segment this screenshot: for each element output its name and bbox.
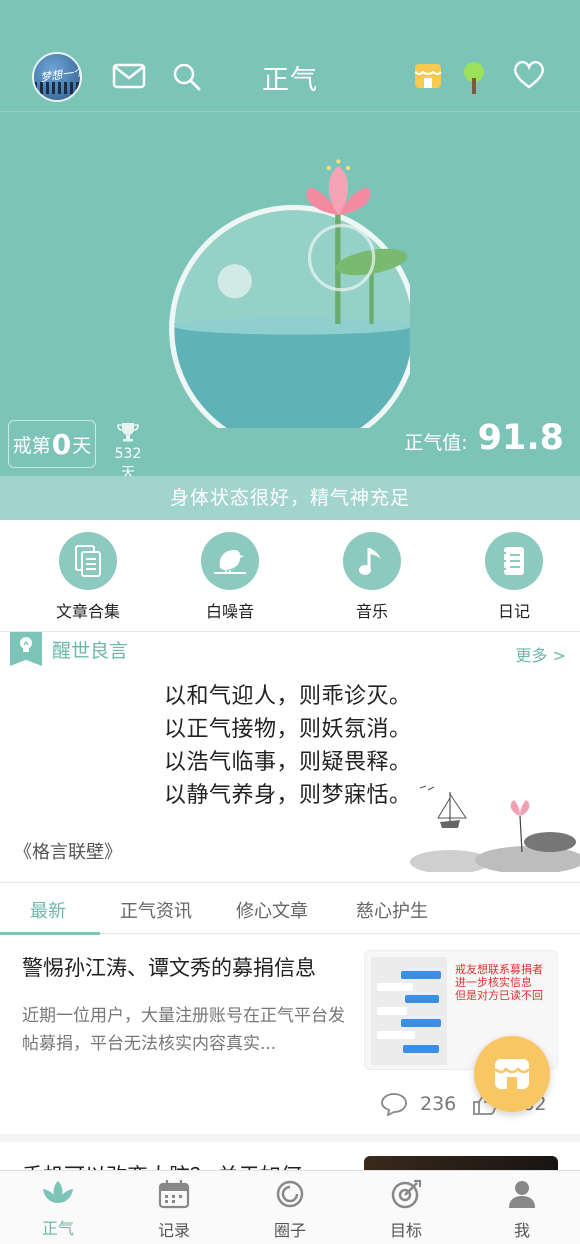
zhengqi-value: 91.8 bbox=[477, 418, 564, 458]
avatar[interactable]: 梦想一个救命金 bbox=[32, 52, 82, 102]
quote-line: 以和气迎人，则乖诊灭。 bbox=[164, 684, 412, 709]
quote-section-title: 醒世良言 bbox=[52, 640, 129, 662]
music-note-icon bbox=[343, 532, 401, 590]
user-icon bbox=[509, 1181, 535, 1208]
shortcut-label: 文章合集 bbox=[55, 602, 120, 621]
tab-zhengqi-news[interactable]: 正气资讯 bbox=[120, 897, 192, 923]
feed-tabs: 最新 正气资讯 修心文章 慈心护生 bbox=[0, 882, 580, 935]
bottom-navigation: 正气 记录 圈子 目标 我 bbox=[0, 1170, 580, 1244]
streak-prefix: 戒第 bbox=[12, 434, 51, 457]
nav-circle[interactable]: 圈子 bbox=[232, 1171, 348, 1244]
shop-fab-button[interactable] bbox=[474, 1036, 550, 1112]
chat-screenshot-image bbox=[371, 957, 447, 1065]
quote-line: 以静气养身，则梦寐恬。 bbox=[164, 783, 412, 808]
streak-days: 0 bbox=[51, 427, 72, 461]
quote-source: 《格言联壁》 bbox=[14, 842, 122, 863]
circle-icon bbox=[276, 1180, 304, 1208]
zhengqi-score[interactable]: 正气值: 91.8 bbox=[404, 418, 564, 458]
thumbnail-caption-line: 进一步核实信息 bbox=[455, 976, 532, 989]
thumbnail-caption: 戒友想联系募捐者 进一步核实信息 但是对方已读不回 bbox=[455, 963, 543, 1002]
comment-count: 236 bbox=[420, 1093, 457, 1115]
page-title: 正气 bbox=[262, 65, 318, 96]
thumbnail-caption-line: 戒友想联系募捐者 bbox=[455, 963, 543, 976]
lightbulb-icon bbox=[10, 632, 42, 666]
abstain-streak-counter[interactable]: 戒第 0 天 bbox=[8, 420, 96, 468]
notebook-icon bbox=[485, 532, 543, 590]
shortcut-label: 日记 bbox=[497, 602, 530, 621]
search-icon[interactable] bbox=[172, 62, 202, 96]
bird-icon bbox=[201, 532, 259, 590]
trophy-icon bbox=[117, 423, 139, 442]
article-title: 警惕孙江涛、谭文秀的募捐信息 bbox=[22, 956, 316, 980]
top-bar: 梦想一个救命金 正气 bbox=[0, 40, 580, 112]
nav-label: 圈子 bbox=[273, 1221, 306, 1240]
nav-me[interactable]: 我 bbox=[464, 1171, 580, 1244]
nav-label: 正气 bbox=[41, 1219, 74, 1238]
shortcut-articles[interactable]: 文章合集 bbox=[22, 520, 154, 631]
nav-goals[interactable]: 目标 bbox=[348, 1171, 464, 1244]
shortcut-label: 白噪音 bbox=[205, 602, 254, 621]
shortcut-grid: 文章合集 白噪音 音乐 日记 bbox=[0, 520, 580, 632]
tab-mind-articles[interactable]: 修心文章 bbox=[236, 897, 308, 923]
streak-suffix: 天 bbox=[72, 434, 92, 457]
tab-compassion[interactable]: 慈心护生 bbox=[356, 897, 428, 923]
comment-icon[interactable] bbox=[380, 1092, 408, 1116]
wisdom-quote-card[interactable]: 醒世良言 更多 > 以和气迎人，则乖诊灭。 以正气接物，则妖氛消。 以浩气临事，… bbox=[0, 632, 580, 872]
zhengqi-label: 正气值: bbox=[404, 432, 468, 454]
hero-panel: 梦想一个救命金 正气 戒第 0 天 532天 正气值: 91.8 身体状态很好，… bbox=[0, 0, 580, 520]
shortcut-music[interactable]: 音乐 bbox=[306, 520, 438, 631]
document-icon bbox=[59, 532, 117, 590]
ink-lotus-boat-illustration bbox=[410, 785, 580, 872]
best-record[interactable]: 532天 bbox=[108, 422, 148, 482]
nav-label: 我 bbox=[513, 1221, 530, 1240]
shortcut-white-noise[interactable]: 白噪音 bbox=[164, 520, 296, 631]
nav-label: 目标 bbox=[389, 1221, 422, 1240]
nav-records[interactable]: 记录 bbox=[116, 1171, 232, 1244]
target-icon bbox=[391, 1179, 422, 1209]
body-status-bar: 身体状态很好，精气神充足 bbox=[0, 476, 580, 520]
active-tab-indicator bbox=[0, 932, 100, 935]
shortcut-diary[interactable]: 日记 bbox=[448, 520, 580, 631]
quote-more-link[interactable]: 更多 > bbox=[516, 642, 567, 666]
fishbowl-lotus-image bbox=[169, 159, 410, 428]
nav-label: 记录 bbox=[157, 1221, 190, 1240]
feed-article[interactable]: 警惕孙江涛、谭文秀的募捐信息 近期一位用户，大量注册账号在正气平台发帖募捐，平台… bbox=[0, 936, 580, 1142]
avatar-crowd-image bbox=[34, 82, 80, 94]
tab-latest[interactable]: 最新 bbox=[30, 897, 66, 923]
thumbnail-caption-line: 但是对方已读不回 bbox=[455, 989, 543, 1002]
shortcut-label: 音乐 bbox=[355, 602, 388, 621]
calendar-icon bbox=[158, 1180, 190, 1209]
heart-icon[interactable] bbox=[512, 60, 546, 94]
quote-line: 以正气接物，则妖氛消。 bbox=[164, 717, 412, 742]
article-summary: 近期一位用户，大量注册账号在正气平台发帖募捐，平台无法核实内容真实... bbox=[22, 1006, 345, 1054]
quote-text: 以和气迎人，则乖诊灭。 以正气接物，则妖氛消。 以浩气临事，则疑畏释。 以静气养… bbox=[164, 680, 412, 812]
mail-icon[interactable] bbox=[112, 62, 146, 94]
lotus-icon bbox=[43, 1181, 73, 1203]
store-icon bbox=[494, 1059, 530, 1089]
nav-zhengqi[interactable]: 正气 bbox=[0, 1171, 116, 1244]
shop-icon[interactable] bbox=[412, 60, 444, 96]
quote-line: 以浩气临事，则疑畏释。 bbox=[164, 750, 412, 775]
tree-icon[interactable] bbox=[462, 60, 486, 100]
